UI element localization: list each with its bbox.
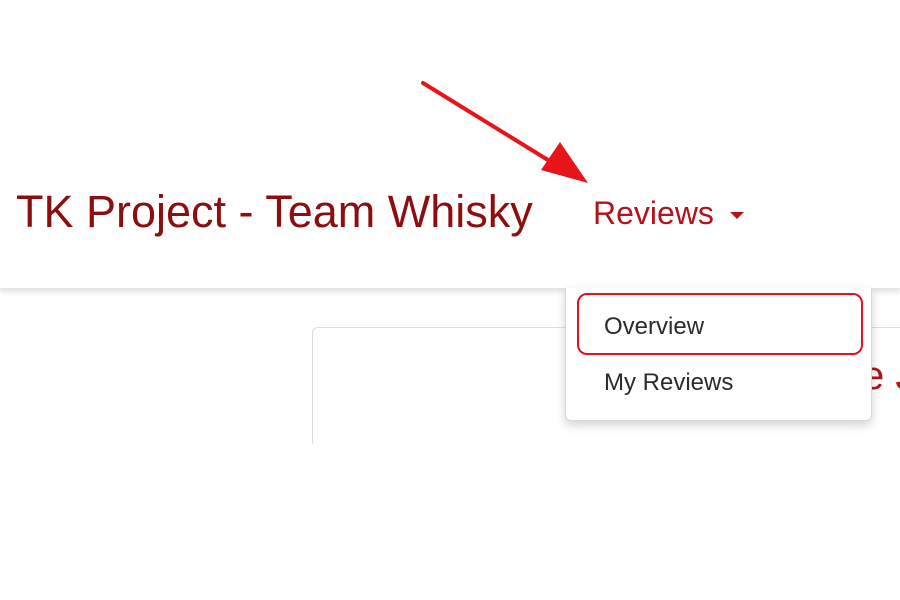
top-navbar: TK Project - Team Whisky Reviews	[0, 0, 900, 289]
reviews-dropdown-toggle[interactable]: Reviews	[593, 192, 744, 234]
caret-down-icon	[729, 211, 744, 219]
dropdown-item-my-reviews[interactable]: My Reviews	[604, 368, 733, 398]
page-background	[0, 444, 900, 600]
brand-title[interactable]: TK Project - Team Whisky	[16, 184, 533, 240]
dropdown-item-overview[interactable]: Overview	[604, 312, 704, 342]
reviews-dropdown-label: Reviews	[593, 195, 714, 231]
reviews-dropdown-menu: Overview My Reviews	[565, 288, 872, 421]
app-window: e J TK Project - Team Whisky Reviews Ove…	[0, 0, 900, 600]
